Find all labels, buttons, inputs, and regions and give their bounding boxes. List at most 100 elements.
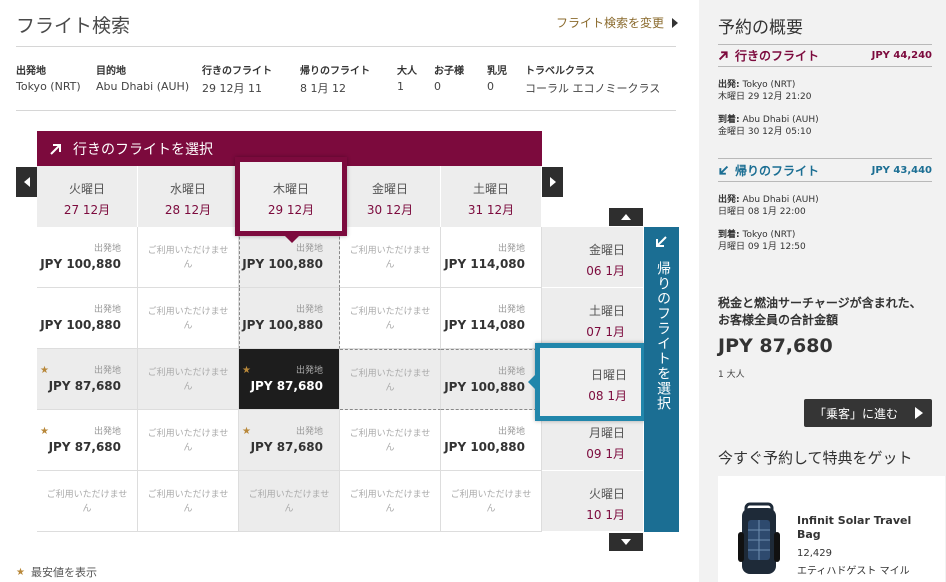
fare-cell-label: 出発地 — [497, 244, 525, 254]
lowest-fare-label: 最安値を表示 — [30, 566, 97, 579]
fare-cell-label: 出発地 — [295, 305, 323, 315]
summary-col-header: 行きのフライト — [202, 66, 272, 77]
star-icon: ★ — [40, 365, 49, 376]
summary-col-value: Tokyo (NRT) — [16, 80, 81, 93]
outbound-day-dow: 土曜日 — [472, 182, 509, 196]
search-summary-header: 出発地 目的地 行きのフライト 帰りのフライト 大人 お子様 乳児 トラベルクラス — [0, 62, 700, 78]
chevron-left-icon — [23, 177, 30, 187]
return-departure: 出発: Abu Dhabi (AUH) 日曜日 08 1月 22:00 — [718, 194, 819, 218]
fare-cell-label: 出発地 — [295, 366, 323, 376]
fare-cell-price: JPY 87,680 — [48, 440, 121, 454]
return-dep-place: Abu Dhabi (AUH) — [742, 195, 819, 205]
star-icon: ★ — [40, 426, 49, 437]
fare-cell-price: JPY 87,680 — [250, 379, 323, 393]
outbound-day-header[interactable]: 金曜日 30 12月 — [340, 166, 441, 227]
prev-outbound-days-button[interactable] — [16, 167, 37, 197]
summary-col-value: Abu Dhabi (AUH) — [96, 80, 190, 93]
fare-cell: ご利用いただけません — [340, 349, 441, 410]
summary-col-value: 0 — [487, 80, 494, 93]
modify-search-label: フライト検索を変更 — [555, 16, 664, 30]
outbound-arr-label: 到着: — [718, 115, 740, 125]
arrow-up-right-icon — [50, 143, 61, 155]
fare-cell[interactable]: 出発地 JPY 100,880 — [441, 410, 542, 471]
outbound-day-date: 27 12月 — [63, 203, 111, 217]
outbound-day-header[interactable]: 水曜日 28 12月 — [138, 166, 239, 227]
outbound-day-date: 28 12月 — [164, 203, 212, 217]
fare-cell: ご利用いただけません — [138, 410, 239, 471]
outbound-dep-label: 出発: — [718, 80, 740, 90]
fare-cell: ご利用いただけません — [37, 471, 138, 532]
outbound-day-dow: 金曜日 — [371, 182, 408, 196]
summary-col-header: お子様 — [434, 66, 464, 77]
outbound-arr-time: 金曜日 30 12月 05:10 — [718, 127, 812, 137]
next-return-days-button[interactable] — [609, 533, 643, 551]
return-leg-price: JPY 43,440 — [871, 164, 932, 176]
selected-outbound-date: 29 12月 — [267, 203, 315, 217]
fare-cell-unavailable: ご利用いただけません — [248, 490, 330, 514]
fare-cell-unavailable: ご利用いただけません — [349, 490, 431, 514]
fare-cell: ご利用いただけません — [138, 227, 239, 288]
continue-to-passengers-button[interactable]: 「乗客」に進む — [804, 399, 932, 427]
arrow-down-left-icon — [719, 165, 729, 175]
arrow-right-icon — [672, 17, 678, 28]
return-arr-label: 到着: — [718, 230, 740, 240]
fare-cell-label: 出発地 — [93, 305, 121, 315]
summary-col-header: 出発地 — [16, 66, 46, 77]
backpack-icon — [738, 502, 780, 574]
outbound-arr-place: Abu Dhabi (AUH) — [742, 115, 819, 125]
fare-cell-unavailable: ご利用いただけません — [46, 490, 128, 514]
summary-col-value: コーラル エコノミークラス — [525, 82, 661, 95]
fare-cell: ご利用いただけません — [340, 288, 441, 349]
fare-cell[interactable]: ★ 出発地 JPY 87,680 — [37, 410, 138, 471]
fare-cell-label: 出発地 — [497, 305, 525, 315]
return-day-header[interactable]: 金曜日 06 1月 — [542, 227, 643, 288]
fare-cell[interactable]: 出発地 JPY 114,080 — [441, 227, 542, 288]
fare-cell-unavailable: ご利用いただけません — [147, 490, 229, 514]
return-dep-time: 日曜日 08 1月 22:00 — [718, 207, 806, 217]
fare-cell-price: JPY 114,080 — [444, 318, 525, 332]
summary-col-header: トラベルクラス — [525, 66, 595, 77]
total-price-label: 税金と燃油サーチャージが含まれた、お客様全員の合計金額 — [718, 296, 922, 327]
fare-cell-price: JPY 87,680 — [48, 379, 121, 393]
selected-outbound-pointer — [285, 236, 299, 243]
return-day-header[interactable]: 土曜日 07 1月 — [542, 288, 643, 349]
fare-cell[interactable]: 出発地 JPY 114,080 — [441, 288, 542, 349]
fare-cell[interactable]: ★ 出発地 JPY 87,680 — [239, 410, 340, 471]
passenger-count: 1 大人 — [718, 370, 745, 380]
outbound-day-dow: 火曜日 — [68, 182, 105, 196]
fare-cell-unavailable: ご利用いただけません — [349, 429, 431, 453]
summary-col-header: 帰りのフライト — [300, 66, 370, 77]
outbound-leg-price: JPY 44,240 — [871, 49, 932, 61]
return-day-dow: 金曜日 — [588, 243, 625, 257]
outbound-day-header[interactable]: 火曜日 27 12月 — [37, 166, 138, 227]
total-price: JPY 87,680 — [718, 335, 833, 357]
arrow-right-icon — [915, 407, 923, 419]
divider — [718, 44, 932, 45]
fare-cell-unavailable: ご利用いただけません — [349, 369, 431, 393]
flight-search-page: { "header": { "title": "フライト検索", "modify… — [0, 0, 946, 582]
summary-col-value: 8 1月 12 — [300, 82, 346, 95]
outbound-day-header[interactable]: 土曜日 31 12月 — [441, 166, 542, 227]
selected-outbound-day[interactable]: 木曜日 29 12月 — [235, 157, 347, 236]
fare-cell-label: 出発地 — [497, 367, 525, 377]
fare-cell: ご利用いただけません — [138, 349, 239, 410]
fare-cell[interactable]: ★ 出発地 JPY 87,680 — [239, 349, 340, 410]
promo-item-unit: エティハドゲスト マイル — [797, 566, 910, 577]
divider — [16, 46, 676, 47]
fare-cell[interactable]: 出発地 JPY 100,880 — [37, 288, 138, 349]
fare-cell-label: 出発地 — [93, 244, 121, 254]
fare-cell[interactable]: 出発地 JPY 100,880 — [37, 227, 138, 288]
divider — [718, 181, 932, 182]
return-day-header[interactable]: 火曜日 10 1月 — [542, 471, 643, 532]
selected-return-day[interactable]: 日曜日 08 1月 — [535, 343, 646, 421]
promo-item[interactable]: Infinit Solar Travel Bag 12,429 エティハドゲスト… — [718, 476, 945, 582]
arrow-down-left-icon — [656, 236, 667, 247]
fare-cell[interactable]: 出発地 JPY 100,880 — [441, 349, 542, 410]
fare-cell[interactable]: 出発地 JPY 100,880 — [239, 288, 340, 349]
return-arr-place: Tokyo (NRT) — [742, 230, 796, 240]
return-day-date: 07 1月 — [586, 325, 625, 339]
modify-search-link[interactable]: フライト検索を変更 — [556, 14, 678, 31]
fare-cell[interactable]: ★ 出発地 JPY 87,680 — [37, 349, 138, 410]
summary-col-value: 1 — [397, 80, 404, 93]
fare-cell-label: 出発地 — [295, 427, 323, 437]
